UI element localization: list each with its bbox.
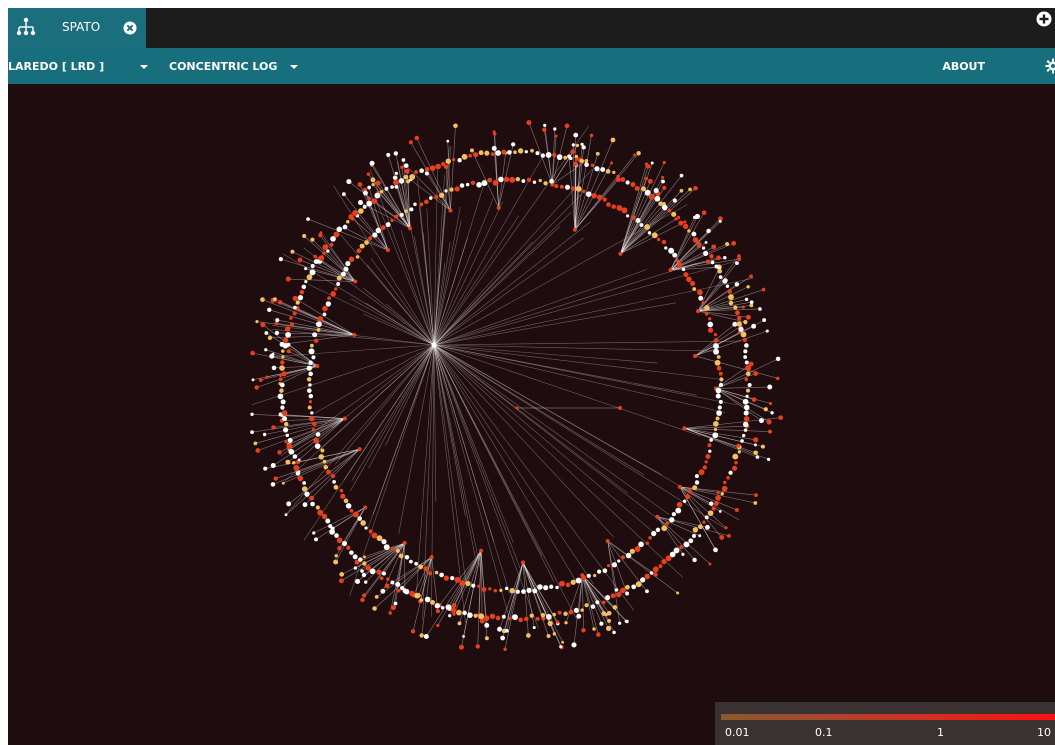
tab-spato[interactable]: SPATO (8, 8, 146, 48)
plus-circle-icon[interactable] (1036, 11, 1052, 27)
toolbar: LAREDO [ LRD ] CONCENTRIC LOG ABOUT (8, 48, 1055, 84)
legend-tick: 0.1 (815, 726, 833, 739)
network-select-label: LAREDO [ LRD ] (8, 59, 105, 73)
gear-icon[interactable] (1045, 58, 1055, 74)
network-tree-icon (16, 17, 36, 36)
tab-label: SPATO (62, 20, 101, 34)
chevron-down-icon[interactable] (140, 65, 148, 69)
network-graph-canvas[interactable] (8, 84, 1055, 745)
legend-tick: 0.01 (725, 726, 750, 739)
layout-select[interactable]: CONCENTRIC LOG (169, 48, 277, 84)
about-button[interactable]: ABOUT (942, 48, 985, 84)
about-label: ABOUT (942, 59, 985, 73)
layout-select-label: CONCENTRIC LOG (169, 59, 278, 73)
graph-edges (251, 122, 781, 650)
tab-bar: SPATO (8, 8, 1055, 48)
chevron-down-icon[interactable] (290, 65, 298, 69)
graph-nodes (250, 120, 784, 651)
network-select[interactable]: LAREDO [ LRD ] (8, 48, 104, 84)
color-scale-legend: 0.01 0.1 1 10 (715, 702, 1055, 745)
app-window: SPATO LAREDO [ LRD ] CONCENTRIC LOG ABOU… (8, 8, 1055, 745)
color-scale-bar (721, 714, 1055, 720)
legend-tick: 1 (937, 726, 944, 739)
close-circle-icon[interactable] (123, 21, 137, 35)
legend-tick: 10 (1037, 726, 1051, 739)
